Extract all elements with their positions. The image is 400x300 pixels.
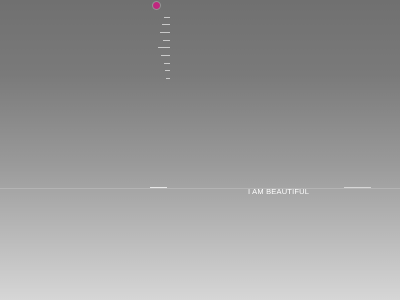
logo-icon[interactable] bbox=[153, 2, 160, 9]
nav-item-7[interactable] bbox=[150, 60, 170, 66]
nav-item-2[interactable] bbox=[150, 22, 170, 28]
nav-item-6[interactable] bbox=[150, 52, 170, 58]
hero-accent-right bbox=[344, 187, 371, 188]
hero-divider bbox=[0, 188, 400, 189]
nav-item-3[interactable] bbox=[150, 29, 170, 35]
hero-accent-left bbox=[150, 187, 167, 188]
nav-item-4[interactable] bbox=[150, 37, 170, 43]
nav-item-5[interactable] bbox=[150, 45, 170, 51]
main-nav bbox=[150, 14, 170, 83]
nav-item-8[interactable] bbox=[150, 68, 170, 74]
nav-item-1[interactable] bbox=[150, 14, 170, 20]
nav-item-9[interactable] bbox=[150, 76, 170, 82]
hero-title: I AM BEAUTIFUL bbox=[248, 187, 310, 196]
